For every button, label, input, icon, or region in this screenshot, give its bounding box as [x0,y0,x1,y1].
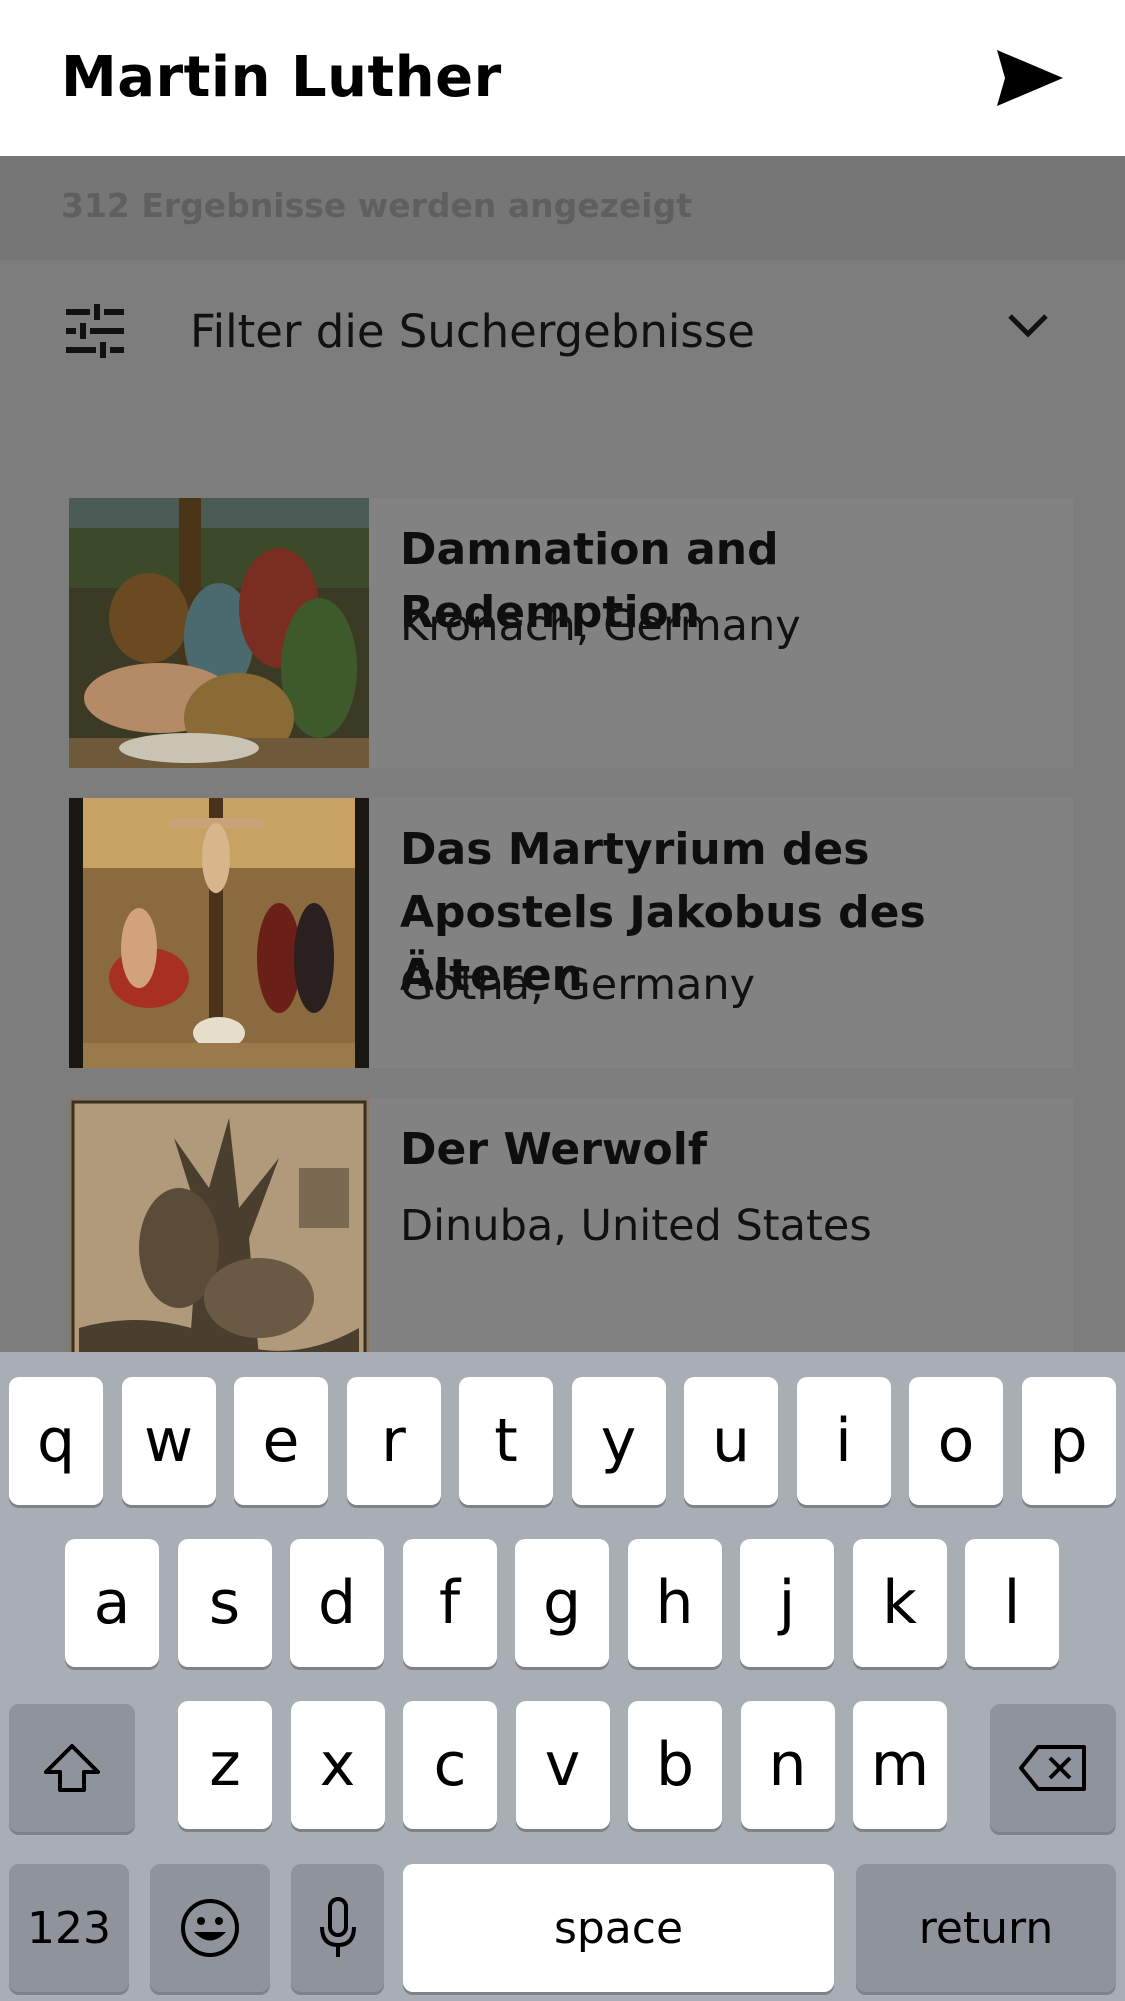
key-a[interactable]: a [65,1539,159,1667]
microphone-icon [319,1897,356,1957]
key-k[interactable]: k [852,1539,947,1667]
result-location: Dinuba, United States [400,1201,872,1251]
key-p[interactable]: p [1021,1377,1116,1505]
key-q[interactable]: q [9,1377,103,1505]
emoji-icon [181,1899,239,1957]
numbers-key[interactable]: 123 [9,1864,129,1992]
key-x[interactable]: x [290,1701,385,1829]
on-screen-keyboard: qwertyuiop asdfghjkl zxcvbnm 123 space r… [0,1352,1125,2001]
filter-toggle[interactable]: Filter die Suchergebnisse [0,260,1125,400]
result-card[interactable]: Der Werwolf Dinuba, United States [69,1098,1073,1368]
key-r[interactable]: r [346,1377,441,1505]
app-header: Martin Luther [0,0,1125,156]
key-e[interactable]: e [234,1377,328,1505]
artwork-thumbnail [69,498,369,768]
results-count-bar: 312 Ergebnisse werden angezeigt [0,156,1125,260]
key-b[interactable]: b [628,1701,722,1829]
delete-key[interactable] [990,1704,1116,1832]
space-key[interactable]: space [403,1864,834,1992]
key-u[interactable]: u [684,1377,778,1505]
key-n[interactable]: n [740,1701,835,1829]
chevron-down-icon [1008,314,1048,338]
search-query-title[interactable]: Martin Luther [61,45,502,110]
key-i[interactable]: i [796,1377,891,1505]
key-z[interactable]: z [178,1701,272,1829]
dictation-key[interactable] [291,1864,384,1992]
artwork-thumbnail [69,798,369,1068]
result-location: Kronach, Germany [400,601,801,651]
key-g[interactable]: g [515,1539,609,1667]
key-m[interactable]: m [853,1701,947,1829]
key-v[interactable]: v [515,1701,610,1829]
key-f[interactable]: f [402,1539,497,1667]
key-d[interactable]: d [290,1539,384,1667]
result-card[interactable]: Das Martyrium des Apostels Jakobus des Ä… [69,798,1073,1068]
key-l[interactable]: l [965,1539,1059,1667]
key-c[interactable]: c [403,1701,497,1829]
sliders-icon [66,304,124,358]
key-t[interactable]: t [459,1377,553,1505]
shift-key[interactable] [9,1704,135,1832]
key-s[interactable]: s [177,1539,272,1667]
shift-icon [44,1744,100,1792]
key-j[interactable]: j [740,1539,834,1667]
results-count: 312 Ergebnisse werden angezeigt [61,186,692,225]
send-icon[interactable] [995,48,1065,108]
return-key[interactable]: return [856,1864,1116,1992]
artwork-thumbnail [69,1098,369,1368]
result-title: Der Werwolf [400,1124,707,1175]
result-location: Gotha, Germany [400,960,756,1010]
key-o[interactable]: o [909,1377,1003,1505]
backspace-icon [1019,1745,1086,1791]
key-w[interactable]: w [121,1377,216,1505]
filter-label: Filter die Suchergebnisse [190,305,755,358]
key-h[interactable]: h [627,1539,722,1667]
key-y[interactable]: y [571,1377,666,1505]
emoji-key[interactable] [150,1864,270,1992]
results-area: 312 Ergebnisse werden angezeigt Filter d… [0,156,1125,1368]
result-card[interactable]: Damnation and Redemption Kronach, German… [69,498,1073,768]
